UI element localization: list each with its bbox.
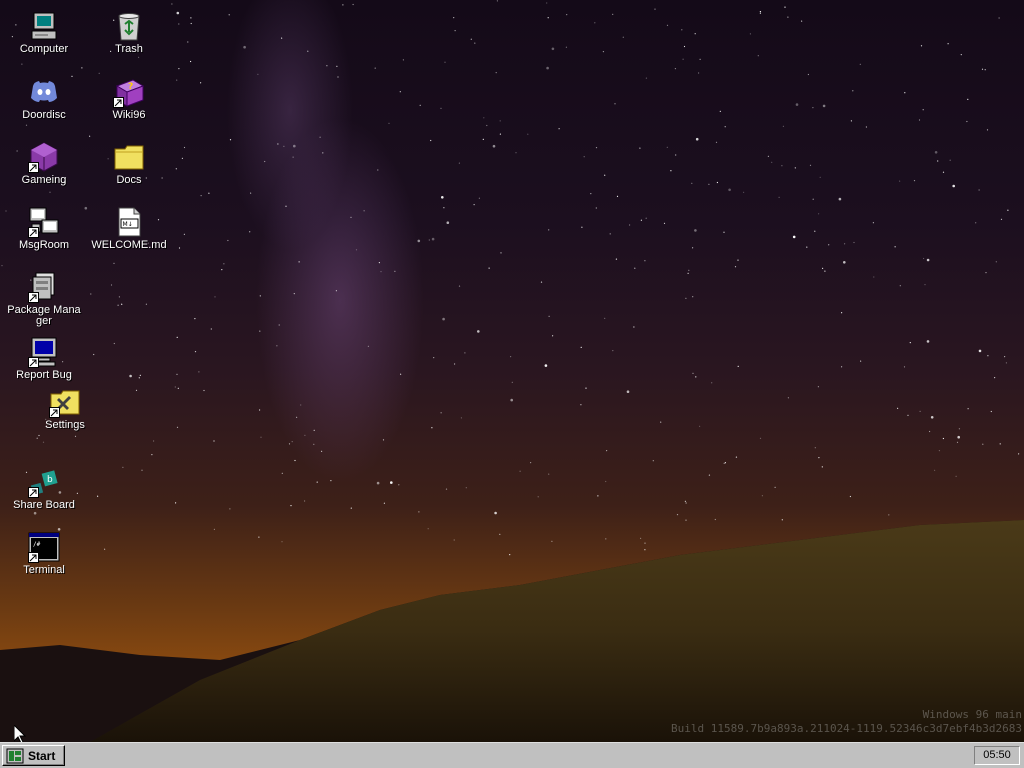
desktop-icon-msgroom[interactable]: MsgRoom [6, 206, 82, 251]
desktop[interactable]: Computer Doordisc Gameing MsgRoom Packag… [0, 0, 1024, 742]
desktop-icon-docs[interactable]: Docs [91, 141, 167, 186]
svg-text:M↓: M↓ [123, 221, 133, 228]
icon-label: Doordisc [22, 109, 66, 121]
icon-label: Wiki96 [112, 109, 146, 121]
shortcut-arrow-icon [28, 162, 39, 173]
shortcut-arrow-icon [28, 357, 39, 368]
desktop-icon-trash[interactable]: Trash [91, 10, 167, 55]
start-button[interactable]: Start [2, 745, 65, 766]
start-label: Start [28, 748, 56, 763]
desktop-icon-doordisc[interactable]: Doordisc [6, 76, 82, 121]
icon-label: Trash [115, 43, 143, 55]
icon-label: Report Bug [16, 369, 72, 381]
markdown-file-icon: M↓ [118, 207, 141, 237]
icon-label: Docs [116, 174, 142, 186]
build-watermark: Windows 96 main Build 11589.7b9a893a.211… [671, 708, 1022, 736]
taskbar-clock[interactable]: 05:50 [974, 746, 1020, 765]
folder-icon [114, 145, 144, 170]
icon-label: Package Manager [7, 304, 81, 327]
icon-label: Terminal [23, 564, 65, 576]
desktop-icon-wiki96[interactable]: ? Wiki96 [91, 76, 167, 121]
shortcut-arrow-icon [49, 407, 60, 418]
shortcut-arrow-icon [28, 292, 39, 303]
mouse-cursor-icon [14, 725, 26, 742]
desktop-icon-package-manager[interactable]: Package Manager [6, 271, 82, 327]
shortcut-arrow-icon [28, 487, 39, 498]
desktop-icon-welcome-md[interactable]: M↓ WELCOME.md [91, 206, 167, 251]
shortcut-arrow-icon [28, 552, 39, 563]
icon-label: Share Board [13, 499, 75, 511]
icon-label: Computer [19, 43, 69, 55]
desktop-icon-settings[interactable]: Settings [27, 386, 103, 431]
svg-text:?: ? [128, 82, 133, 92]
shortcut-arrow-icon [113, 97, 124, 108]
icon-label: Gameing [21, 174, 67, 186]
recycle-bin-icon [118, 13, 140, 41]
computer-icon [31, 12, 57, 40]
watermark-build: Build 11589.7b9a893a.211024-1119.52346c3… [671, 722, 1022, 735]
icon-label: Settings [45, 419, 85, 431]
icon-label: WELCOME.md [91, 239, 167, 251]
desktop-icon-gameing[interactable]: Gameing [6, 141, 82, 186]
svg-text:b: b [47, 475, 53, 485]
shortcut-arrow-icon [28, 227, 39, 238]
icon-label: MsgRoom [18, 239, 70, 251]
start-logo-icon [6, 748, 24, 763]
desktop-icon-share-board[interactable]: b Share Board [6, 466, 82, 511]
taskbar: Start 05:50 [0, 742, 1024, 768]
watermark-title: Windows 96 main [922, 708, 1022, 721]
desktop-icon-report-bug[interactable]: Report Bug [6, 336, 82, 381]
desktop-icon-computer[interactable]: Computer [6, 10, 82, 55]
discord-icon [31, 81, 57, 102]
desktop-icon-terminal[interactable]: /# Terminal [6, 531, 82, 576]
svg-text:/#: /# [33, 541, 41, 548]
